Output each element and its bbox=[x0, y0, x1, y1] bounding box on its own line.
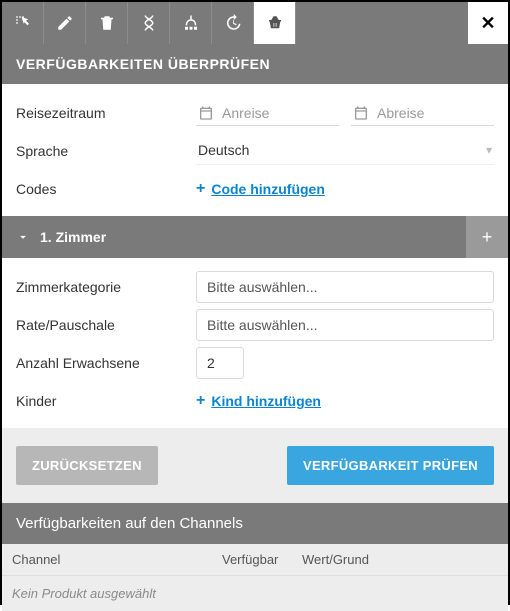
channels-title: Verfügbarkeiten auf den Channels bbox=[2, 503, 508, 544]
dna-icon bbox=[140, 14, 158, 32]
col-channel: Channel bbox=[12, 552, 222, 567]
departure-input[interactable]: Abreise bbox=[351, 101, 494, 126]
col-value: Wert/Grund bbox=[302, 552, 498, 567]
room-accordion-toggle[interactable]: 1. Zimmer bbox=[2, 229, 466, 245]
chevron-down-icon: ▾ bbox=[486, 143, 492, 157]
calendar-icon bbox=[353, 105, 369, 121]
pencil-icon bbox=[56, 14, 74, 32]
language-select[interactable]: Deutsch ▾ bbox=[196, 138, 494, 165]
rate-select[interactable]: Bitte auswählen... bbox=[196, 309, 494, 341]
basket-icon bbox=[266, 14, 284, 32]
panel-title: VERFÜGBARKEITEN ÜBERPRÜFEN bbox=[2, 44, 508, 84]
add-code-label: Code hinzufügen bbox=[211, 181, 325, 197]
channels-empty-message: Kein Produkt ausgewählt bbox=[2, 576, 508, 611]
room-category-placeholder: Bitte auswählen... bbox=[207, 279, 318, 295]
add-child-button[interactable]: + Kind hinzufügen bbox=[196, 393, 321, 409]
language-label: Sprache bbox=[16, 143, 186, 159]
select-tool-button[interactable] bbox=[2, 2, 44, 44]
add-room-button[interactable]: + bbox=[466, 216, 508, 258]
toolbar: ✕ bbox=[2, 2, 508, 44]
arrival-input[interactable]: Anreise bbox=[196, 101, 339, 126]
basket-tool-button[interactable] bbox=[254, 2, 296, 44]
codes-label: Codes bbox=[16, 181, 186, 197]
room-category-label: Zimmerkategorie bbox=[16, 279, 186, 295]
toolbar-spacer bbox=[296, 2, 468, 44]
adults-value: 2 bbox=[207, 355, 215, 371]
sitemap-tool-button[interactable] bbox=[170, 2, 212, 44]
check-availability-button[interactable]: VERFÜGBARKEIT PRÜFEN bbox=[287, 446, 494, 485]
rate-placeholder: Bitte auswählen... bbox=[207, 317, 318, 333]
add-child-label: Kind hinzufügen bbox=[211, 393, 321, 409]
search-form: Reisezeitraum Anreise Abreise Sprache De… bbox=[2, 84, 508, 216]
adults-label: Anzahl Erwachsene bbox=[16, 355, 186, 371]
room-form: Zimmerkategorie Bitte auswählen... Rate/… bbox=[2, 258, 508, 428]
room-accordion-header: 1. Zimmer + bbox=[2, 216, 508, 258]
children-label: Kinder bbox=[16, 393, 186, 409]
adults-input[interactable]: 2 bbox=[196, 347, 244, 379]
actions-bar: ZURÜCKSETZEN VERFÜGBARKEIT PRÜFEN bbox=[2, 428, 508, 503]
delete-tool-button[interactable] bbox=[86, 2, 128, 44]
room-header-label: 1. Zimmer bbox=[40, 229, 106, 245]
clock-icon bbox=[224, 14, 242, 32]
plus-icon: + bbox=[482, 227, 493, 248]
channels-table-header: Channel Verfügbar Wert/Grund bbox=[2, 544, 508, 576]
add-code-button[interactable]: + Code hinzufügen bbox=[196, 181, 325, 197]
dna-tool-button[interactable] bbox=[128, 2, 170, 44]
plus-icon: + bbox=[196, 181, 205, 197]
edit-tool-button[interactable] bbox=[44, 2, 86, 44]
room-category-select[interactable]: Bitte auswählen... bbox=[196, 271, 494, 303]
calendar-icon bbox=[198, 105, 214, 121]
language-value: Deutsch bbox=[198, 142, 249, 158]
close-button[interactable]: ✕ bbox=[468, 2, 508, 44]
trash-icon bbox=[98, 14, 116, 32]
history-tool-button[interactable] bbox=[212, 2, 254, 44]
reset-button[interactable]: ZURÜCKSETZEN bbox=[16, 446, 158, 485]
col-available: Verfügbar bbox=[222, 552, 302, 567]
departure-placeholder: Abreise bbox=[377, 105, 424, 121]
rate-label: Rate/Pauschale bbox=[16, 317, 186, 333]
select-icon bbox=[14, 14, 32, 32]
arrival-placeholder: Anreise bbox=[222, 105, 269, 121]
plus-icon: + bbox=[196, 393, 205, 409]
chevron-down-icon bbox=[16, 230, 30, 244]
close-icon: ✕ bbox=[480, 13, 495, 34]
sitemap-icon bbox=[182, 14, 200, 32]
period-label: Reisezeitraum bbox=[16, 105, 186, 121]
